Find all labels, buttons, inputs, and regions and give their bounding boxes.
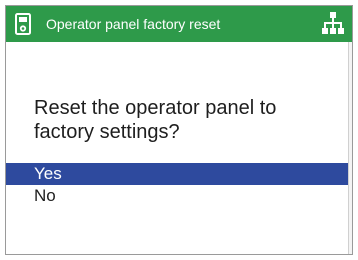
reset-question: Reset the operator panel to factory sett… <box>34 97 277 143</box>
option-list: Yes No <box>6 163 348 207</box>
device-panel-icon <box>15 13 31 35</box>
network-hierarchy-icon <box>322 12 344 34</box>
option-no[interactable]: No <box>6 185 348 207</box>
option-yes[interactable]: Yes <box>6 163 348 185</box>
title-bar: Operator panel factory reset <box>6 6 352 42</box>
scrollbar[interactable] <box>348 42 352 254</box>
window-title: Operator panel factory reset <box>46 16 221 32</box>
dialog-window: Operator panel factory reset Reset the o… <box>5 5 353 255</box>
dialog-content: Reset the operator panel to factory sett… <box>6 42 352 254</box>
